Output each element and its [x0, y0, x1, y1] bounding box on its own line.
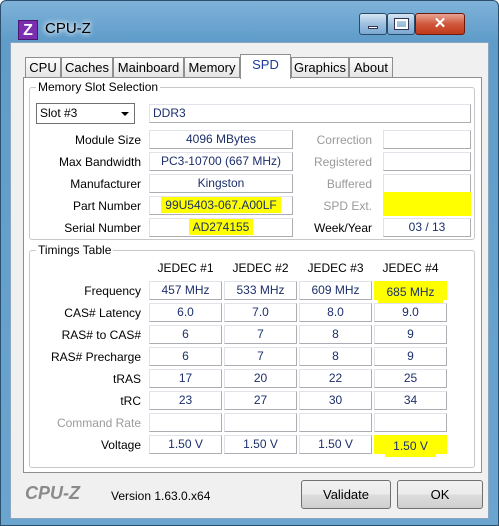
timing-cell: 30 [299, 391, 372, 410]
timing-cell: 8.0 [299, 303, 372, 322]
memory-slot-group: Memory Slot Selection Slot #3 DDR3 Modul… [29, 80, 475, 240]
timing-cell [149, 413, 222, 432]
timing-cell: 609 MHz [299, 281, 372, 300]
timing-cell: 1.50 V [299, 435, 372, 454]
timing-cell [224, 413, 297, 432]
highlighted-value: 1.50 V [385, 436, 436, 457]
slot-select-value: Slot #3 [40, 106, 78, 120]
timing-cell: 8 [299, 325, 372, 344]
tab-cpu[interactable]: CPU [25, 57, 61, 78]
timing-cell: 20 [224, 369, 297, 388]
spd-tab-page: Memory Slot Selection Slot #3 DDR3 Modul… [23, 77, 482, 473]
timing-cell: 6 [149, 325, 222, 344]
max-bandwidth-label: Max Bandwidth [58, 155, 141, 169]
window-title: CPU-Z [45, 20, 91, 37]
timing-cell: 9 [374, 325, 447, 344]
timing-row-label: Command Rate [56, 416, 141, 430]
registered-value [383, 152, 471, 171]
timing-cell: 34 [374, 391, 447, 410]
timing-row-label: Frequency [84, 284, 141, 298]
max-bandwidth-value: PC3-10700 (667 MHz) [149, 152, 293, 171]
timing-cell: 27 [224, 391, 297, 410]
slot-select[interactable]: Slot #3 [36, 103, 135, 124]
timing-cell: 1.50 V [224, 435, 297, 454]
week-year-label: Week/Year [313, 221, 372, 235]
timing-cell: 9.0 [374, 303, 447, 322]
memory-type-field: DDR3 [149, 104, 471, 123]
title-bar[interactable]: Z CPU-Z ✕ [1, 1, 498, 41]
timing-cell: 1.50 V [149, 435, 222, 454]
timing-row-label: RAS# to CAS# [61, 328, 141, 342]
tab-graphics[interactable]: Graphics [291, 57, 349, 78]
tab-spd[interactable]: SPD [240, 54, 291, 79]
minimize-button[interactable] [359, 13, 387, 35]
timing-cell: 22 [299, 369, 372, 388]
timing-cell [299, 413, 372, 432]
part-number-label: Part Number [72, 199, 141, 213]
timings-col-header: JEDEC #4 [382, 261, 439, 275]
timing-cell: 23 [149, 391, 222, 410]
timings-col-header: JEDEC #2 [232, 261, 289, 275]
timing-cell: 7 [224, 325, 297, 344]
close-button[interactable]: ✕ [415, 13, 465, 35]
tab-memory[interactable]: Memory [184, 57, 240, 78]
tab-mainboard[interactable]: Mainboard [113, 57, 184, 78]
week-year-value: 03 / 13 [383, 218, 471, 237]
timing-cell [374, 413, 447, 432]
serial-number-label: Serial Number [64, 221, 141, 235]
maximize-button[interactable] [387, 13, 415, 35]
part-number-text: 99U5403-067.A00LF [161, 197, 281, 213]
timing-cell: 457 MHz [149, 281, 222, 300]
spd-ext-value [383, 192, 471, 216]
spd-ext-label: SPD Ext. [323, 199, 372, 213]
timing-cell: 9 [374, 347, 447, 366]
manufacturer-value: Kingston [149, 174, 293, 193]
timing-cell: 685 MHz [374, 281, 447, 303]
timing-cell: 533 MHz [224, 281, 297, 300]
timings-col-header: JEDEC #3 [307, 261, 364, 275]
timings-col-header: JEDEC #1 [157, 261, 214, 275]
timing-cell: 25 [374, 369, 447, 388]
tab-caches[interactable]: Caches [61, 57, 113, 78]
timing-row-label: Voltage [100, 438, 141, 452]
buffered-value [383, 174, 471, 193]
module-size-value: 4096 MBytes [149, 130, 293, 149]
ok-button[interactable]: OK [397, 480, 483, 509]
part-number-value: 99U5403-067.A00LF [149, 196, 293, 215]
timings-group: Timings Table JEDEC #1 JEDEC #2 JEDEC #3… [29, 243, 475, 468]
timing-row-label: tRC [120, 394, 141, 408]
buffered-label: Buffered [326, 177, 372, 191]
tab-about[interactable]: About [349, 57, 393, 78]
registered-label: Registered [313, 155, 372, 169]
version-text: Version 1.63.0.x64 [111, 489, 211, 503]
cpuz-app-icon: Z [18, 20, 38, 40]
cpuz-logo: CPU-Z [25, 483, 80, 503]
serial-number-text: AD274155 [188, 219, 254, 235]
validate-button[interactable]: Validate [301, 480, 391, 509]
correction-value [383, 130, 471, 149]
memory-slot-legend: Memory Slot Selection [36, 80, 161, 94]
highlighted-value: 685 MHz [378, 282, 443, 303]
timing-row-label: tRAS [112, 372, 141, 386]
module-size-label: Module Size [74, 133, 141, 147]
timing-row-label: CAS# Latency [64, 306, 141, 320]
chevron-down-icon[interactable] [117, 106, 132, 121]
timing-cell: 17 [149, 369, 222, 388]
close-icon: ✕ [433, 15, 447, 32]
client-area: CPU Caches Mainboard Memory SPD Graphics… [10, 42, 489, 519]
correction-label: Correction [316, 133, 372, 147]
timing-row-label: RAS# Precharge [50, 350, 141, 364]
maximize-icon [394, 19, 408, 29]
cpuz-window: Z CPU-Z ✕ CPU Caches Mainboard Memory SP… [0, 0, 499, 526]
timing-cell: 6 [149, 347, 222, 366]
timing-cell: 6.0 [149, 303, 222, 322]
timing-cell: 7.0 [224, 303, 297, 322]
manufacturer-label: Manufacturer [70, 177, 141, 191]
timing-cell: 1.50 V [374, 435, 447, 457]
timing-cell: 7 [224, 347, 297, 366]
serial-number-value: AD274155 [149, 218, 293, 237]
timing-cell: 8 [299, 347, 372, 366]
timings-legend: Timings Table [36, 243, 114, 257]
minimize-icon [368, 26, 378, 29]
